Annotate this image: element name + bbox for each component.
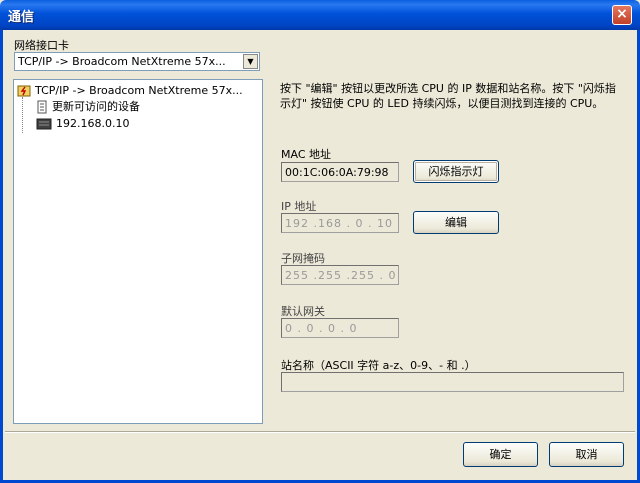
mac-value: 00:1C:06:0A:79:98 (285, 166, 389, 179)
edit-button[interactable]: 编辑 (413, 211, 499, 234)
tree-item-adapter[interactable]: TCP/IP -> Broadcom NetXtreme 57x... (17, 83, 243, 99)
tree-item-refresh[interactable]: 更新可访问的设备 (36, 99, 140, 115)
tree-item-device[interactable]: 192.168.0.10 (36, 116, 129, 132)
mac-label: MAC 地址 (281, 148, 331, 161)
mac-field: 00:1C:06:0A:79:98 (281, 162, 399, 182)
close-icon: × (616, 6, 628, 22)
refresh-devices-icon (37, 100, 47, 114)
station-name-label: 站名称（ASCII 字符 a-z、0-9、- 和 .） (281, 359, 476, 372)
close-button[interactable]: × (612, 5, 632, 25)
device-icon (36, 118, 52, 130)
ip-value: 192 .168 . 0 . 10 (285, 217, 393, 230)
adapter-select-value: TCP/IP -> Broadcom NetXtreme 57x... (18, 55, 226, 68)
chevron-down-icon[interactable]: ▼ (243, 54, 258, 69)
tree-item-label: 更新可访问的设备 (52, 100, 140, 113)
subnet-field[interactable]: 255 .255 .255 . 0 (281, 265, 399, 285)
window-frame-left (0, 30, 3, 483)
network-adapter-icon (17, 85, 31, 97)
title-bar[interactable]: 通信 × (0, 0, 640, 30)
device-tree[interactable]: TCP/IP -> Broadcom NetXtreme 57x... 更新可访… (13, 79, 263, 424)
ip-field[interactable]: 192 .168 . 0 . 10 (281, 213, 399, 233)
gateway-label: 默认网关 (281, 305, 325, 318)
flash-led-button[interactable]: 闪烁指示灯 (413, 160, 499, 183)
subnet-value: 255 .255 .255 . 0 (285, 269, 397, 282)
instructions-text: 按下 "编辑" 按钮以更改所选 CPU 的 IP 数据和站名称。按下 "闪烁指示… (280, 82, 616, 110)
ok-button[interactable]: 确定 (463, 442, 538, 467)
gateway-value: 0 . 0 . 0 . 0 (285, 322, 358, 335)
gateway-field[interactable]: 0 . 0 . 0 . 0 (281, 318, 399, 338)
station-name-field[interactable] (281, 372, 624, 392)
subnet-label: 子网掩码 (281, 252, 325, 265)
window-title: 通信 (8, 10, 35, 25)
separator (5, 431, 635, 433)
adapter-label: 网络接口卡 (14, 39, 69, 52)
ip-label: IP 地址 (281, 200, 317, 213)
cancel-button[interactable]: 取消 (549, 442, 624, 467)
tree-connector (22, 97, 23, 133)
adapter-select[interactable]: TCP/IP -> Broadcom NetXtreme 57x... ▼ (14, 52, 260, 71)
tree-item-label: TCP/IP -> Broadcom NetXtreme 57x... (35, 84, 243, 97)
tree-item-label: 192.168.0.10 (56, 117, 130, 130)
